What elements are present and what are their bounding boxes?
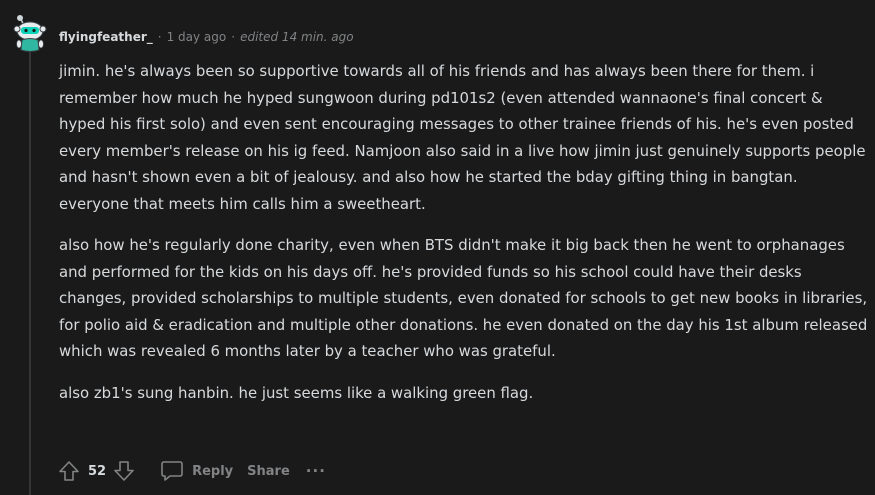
comment-action-bar: 52 Reply Share ··· — [57, 457, 326, 485]
comment-paragraph: jimin. he's always been so supportive to… — [59, 62, 866, 213]
comment-header: flyingfeather_ · 1 day ago · edited 14 m… — [59, 28, 354, 46]
separator-dot: · — [157, 30, 162, 44]
separator-dot: · — [231, 30, 236, 44]
edited-label: edited 14 min. ago — [240, 30, 354, 44]
snoo-avatar-icon — [13, 15, 47, 52]
vote-count: 52 — [88, 463, 107, 479]
upvote-button[interactable] — [57, 459, 81, 483]
comment-body: jimin. he's always been so supportive to… — [59, 58, 869, 421]
downvote-button[interactable] — [112, 459, 136, 483]
more-options-button[interactable]: ··· — [306, 462, 326, 480]
reply-label: Reply — [192, 463, 234, 479]
comment-paragraph: also how he's regularly done charity, ev… — [59, 236, 868, 360]
username-link[interactable]: flyingfeather_ — [59, 30, 153, 44]
reply-button[interactable]: Reply — [160, 459, 233, 483]
upvote-arrow-icon — [59, 461, 79, 481]
speech-bubble-icon — [160, 459, 184, 483]
thread-line[interactable] — [29, 52, 31, 495]
share-label: Share — [247, 463, 290, 479]
timestamp-link[interactable]: 1 day ago — [167, 30, 227, 44]
share-button[interactable]: Share — [247, 464, 290, 479]
ellipsis-icon: ··· — [305, 462, 326, 480]
comment-paragraph: also zb1's sung hanbin. he just seems li… — [59, 383, 534, 402]
downvote-arrow-icon — [114, 461, 134, 481]
user-avatar[interactable] — [10, 13, 48, 53]
